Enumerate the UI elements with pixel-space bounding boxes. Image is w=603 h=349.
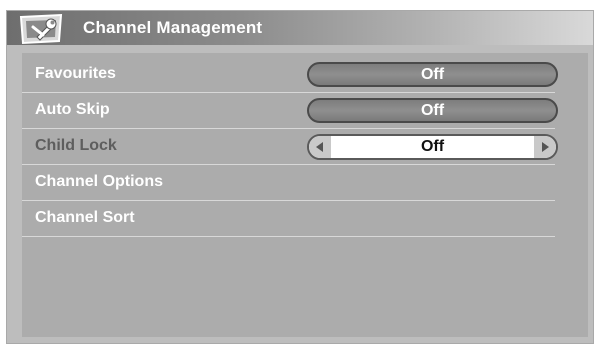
menu-item-label: Channel Sort [35, 209, 135, 226]
child-lock-value: Off [420, 138, 445, 155]
auto-skip-value: Off [420, 102, 445, 119]
menu-item-child-lock[interactable]: Child Lock Off [22, 129, 558, 165]
menu-item-favourites[interactable]: Favourites Off [22, 57, 558, 93]
menu-item-label: Channel Options [35, 173, 163, 190]
favourites-value-pill[interactable]: Off [307, 62, 558, 87]
menu-item-label: Child Lock [35, 137, 117, 154]
next-option-button[interactable] [534, 136, 556, 158]
menu-item-channel-options[interactable]: Channel Options [22, 165, 555, 201]
menu-item-label: Favourites [35, 65, 116, 82]
favourites-value: Off [420, 66, 445, 83]
auto-skip-value-pill[interactable]: Off [307, 98, 558, 123]
menu-panel: Favourites Off Auto Skip Off Child Lock … [22, 53, 588, 337]
child-lock-selector[interactable]: Off [307, 134, 558, 160]
menu-item-label: Auto Skip [35, 101, 110, 118]
menu-item-channel-sort[interactable]: Channel Sort [22, 201, 555, 237]
triangle-left-icon [316, 142, 323, 152]
page-title: Channel Management [83, 18, 263, 37]
wrench-settings-icon [19, 13, 63, 45]
menu-item-auto-skip[interactable]: Auto Skip Off [22, 93, 558, 129]
title-bar: Channel Management [7, 11, 593, 45]
triangle-right-icon [542, 142, 549, 152]
previous-option-button[interactable] [309, 136, 331, 158]
channel-management-window: Channel Management Favourites Off Auto S… [6, 10, 594, 344]
